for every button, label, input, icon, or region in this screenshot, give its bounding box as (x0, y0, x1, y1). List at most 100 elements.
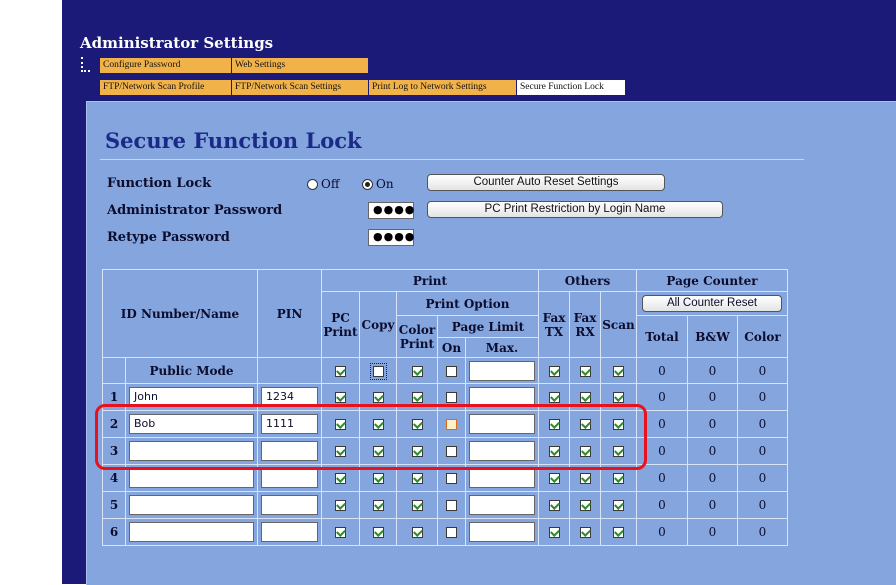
pin-cell (257, 357, 322, 384)
page-limit-on-checkbox[interactable] (446, 473, 457, 484)
off-label: Off (321, 177, 340, 191)
pc-print-restriction-button[interactable]: PC Print Restriction by Login Name (427, 201, 723, 218)
radio-off-icon[interactable] (307, 178, 318, 190)
copy-header: Copy (359, 291, 397, 358)
pc-print-checkbox[interactable] (335, 500, 346, 511)
name-input[interactable] (129, 522, 254, 542)
total-count: 0 (636, 357, 688, 384)
page-limit-on-checkbox[interactable] (446, 365, 457, 377)
tab-web-settings[interactable]: Web Settings (232, 58, 369, 73)
pc-print-header: PC Print (321, 291, 360, 358)
fax-tx-checkbox[interactable] (548, 500, 560, 511)
scan-checkbox[interactable] (613, 527, 624, 538)
scan-checkbox[interactable] (613, 365, 624, 377)
fax-rx-header: Fax RX (569, 291, 601, 358)
name-input[interactable] (129, 468, 254, 488)
table-row: 6 0 0 0 (102, 518, 788, 546)
admin-password-input[interactable]: ●●●● (368, 202, 414, 219)
all-counter-reset-button[interactable]: All Counter Reset (642, 295, 782, 312)
copy-checkbox[interactable] (372, 500, 384, 511)
color-print-checkbox[interactable] (411, 473, 423, 484)
total-count: 0 (636, 518, 688, 546)
tab-ftp-network-scan-settings[interactable]: FTP/Network Scan Settings (232, 80, 369, 95)
retype-password-label: Retype Password (107, 230, 230, 245)
color-count: 0 (737, 383, 788, 411)
page-title: Secure Function Lock (105, 128, 362, 153)
fax-tx-checkbox[interactable] (548, 392, 560, 403)
max-input[interactable] (469, 495, 535, 515)
print-header: Print (321, 269, 539, 292)
name-input[interactable] (129, 495, 254, 515)
counter-auto-reset-button[interactable]: Counter Auto Reset Settings (427, 174, 665, 191)
page-limit-on-checkbox[interactable] (446, 392, 457, 403)
fax-tx-header: Fax TX (538, 291, 570, 358)
tree-connector (81, 57, 90, 72)
color-print-checkbox[interactable] (411, 527, 423, 538)
pc-print-checkbox[interactable] (335, 392, 346, 403)
scan-checkbox[interactable] (613, 473, 624, 484)
page-limit-max-header: Max. (465, 337, 539, 358)
color-print-checkbox[interactable] (411, 500, 423, 511)
fax-tx-checkbox[interactable] (548, 473, 560, 484)
fax-rx-checkbox[interactable] (579, 365, 591, 377)
function-lock-on-radio[interactable]: On (362, 177, 394, 191)
bw-count: 0 (687, 383, 738, 411)
pin-input[interactable] (261, 522, 318, 542)
page-limit-header: Page Limit (437, 315, 539, 338)
bw-count: 0 (687, 437, 738, 465)
tab-secure-function-lock[interactable]: Secure Function Lock (517, 80, 626, 95)
copy-checkbox[interactable] (372, 527, 384, 538)
color-print-checkbox[interactable] (411, 365, 423, 377)
bw-count: 0 (687, 464, 738, 492)
tab-configure-password[interactable]: Configure Password (100, 58, 232, 73)
scan-header: Scan (600, 291, 637, 358)
function-lock-off-radio[interactable]: Off (307, 177, 339, 191)
color-count: 0 (737, 518, 788, 546)
max-input[interactable] (469, 522, 535, 542)
fax-tx-checkbox[interactable] (548, 527, 560, 538)
pc-print-checkbox[interactable] (335, 365, 346, 377)
color-print-header: Color Print (396, 315, 438, 358)
public-mode-row: Public Mode 0 0 0 (102, 357, 788, 384)
scan-checkbox[interactable] (613, 500, 624, 511)
pin-input[interactable] (261, 495, 318, 515)
pc-print-checkbox[interactable] (335, 473, 346, 484)
admin-password-label: Administrator Password (107, 203, 283, 218)
others-header: Others (538, 269, 637, 292)
function-lock-label: Function Lock (107, 176, 212, 191)
on-label: On (376, 177, 394, 191)
color-count: 0 (737, 464, 788, 492)
pin-input[interactable] (261, 468, 318, 488)
retype-password-input[interactable]: ●●●● (368, 229, 414, 246)
table-row: 5 0 0 0 (102, 491, 788, 519)
page-limit-on-header: On (437, 337, 466, 358)
copy-checkbox[interactable] (372, 473, 384, 484)
max-input[interactable] (469, 360, 535, 381)
bw-count: 0 (687, 518, 738, 546)
max-input[interactable] (469, 468, 535, 488)
fax-tx-checkbox[interactable] (548, 365, 560, 377)
fax-rx-checkbox[interactable] (579, 527, 591, 538)
pin-header: PIN (257, 269, 322, 358)
tab-ftp-network-scan-profile[interactable]: FTP/Network Scan Profile (100, 80, 232, 95)
fax-rx-checkbox[interactable] (579, 392, 591, 403)
page-limit-on-checkbox[interactable] (446, 527, 457, 538)
bw-count: 0 (687, 491, 738, 519)
page-limit-on-checkbox[interactable] (446, 500, 457, 511)
bw-count: 0 (687, 357, 738, 384)
tab-print-log-to-network[interactable]: Print Log to Network Settings (369, 80, 517, 95)
row-number: 6 (102, 518, 126, 546)
color-print-checkbox[interactable] (411, 392, 423, 403)
total-count: 0 (636, 491, 688, 519)
fax-rx-checkbox[interactable] (579, 500, 591, 511)
scan-checkbox[interactable] (613, 392, 624, 403)
radio-on-icon[interactable] (362, 178, 373, 190)
copy-checkbox[interactable] (369, 362, 387, 380)
pc-print-checkbox[interactable] (335, 527, 346, 538)
fax-rx-checkbox[interactable] (579, 473, 591, 484)
admin-settings-title: Administrator Settings (80, 34, 274, 52)
page-counter-header: Page Counter (636, 269, 788, 292)
color-header: Color (737, 315, 788, 358)
color-count: 0 (737, 410, 788, 438)
copy-checkbox[interactable] (372, 392, 384, 403)
